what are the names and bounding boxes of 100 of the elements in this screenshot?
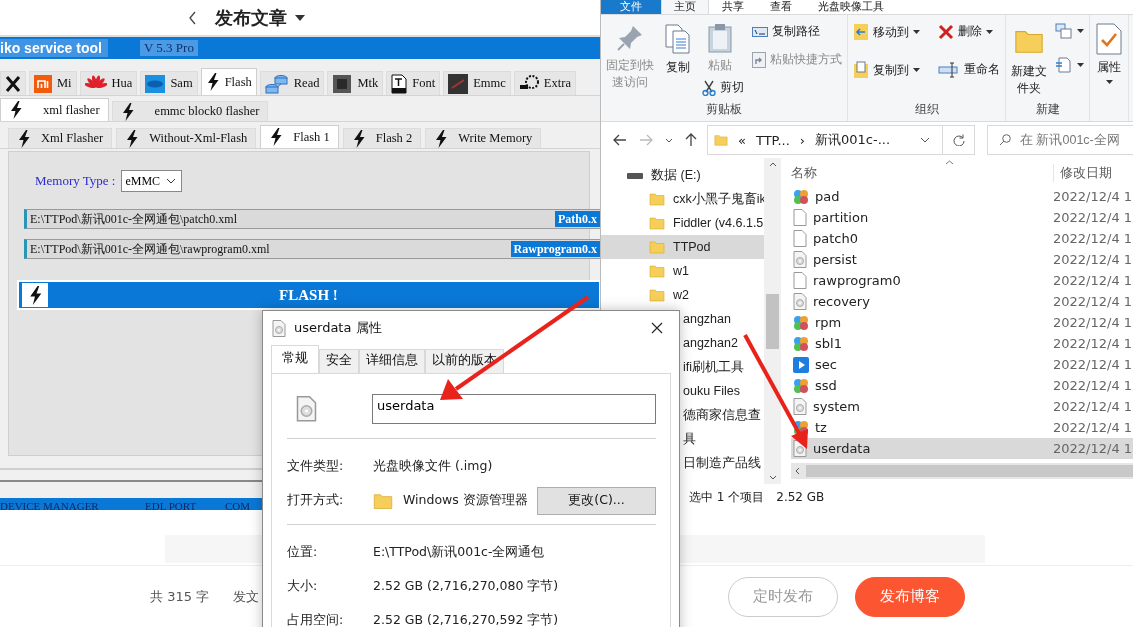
tab[interactable]: Mtk	[327, 71, 384, 95]
path-field[interactable]: E:\TTPod\新讯001c-全网通包\patch0.xml Path0.x	[24, 209, 600, 229]
settings-link[interactable]: 发文	[233, 587, 260, 606]
file-row[interactable]: rpm 2022/12/4 1	[791, 312, 1133, 333]
browse-button[interactable]: Rawprogram0.x	[510, 241, 600, 257]
change-button[interactable]: 更改(C)...	[537, 486, 656, 515]
properties-icon	[1096, 23, 1122, 55]
status-text: COM	[225, 499, 252, 510]
nav-item[interactable]: Fiddler (v4.6.1.5	[601, 211, 764, 235]
ribbon-button[interactable]: 新建文件夹	[1009, 21, 1049, 99]
tab[interactable]: Hua	[79, 71, 138, 95]
tab[interactable]: xml flasher	[0, 98, 109, 121]
up-button[interactable]	[683, 131, 699, 149]
name-field[interactable]: userdata	[372, 394, 656, 424]
breadcrumb[interactable]: 新讯001c-...	[815, 131, 891, 149]
file-icon	[793, 314, 809, 331]
ribbon-button[interactable]: 复制到	[851, 59, 922, 81]
nav-item[interactable]: TTPod	[601, 235, 764, 259]
file-row[interactable]: ssd 2022/12/4 1	[791, 375, 1133, 396]
scrollbar-thumb[interactable]	[766, 293, 779, 349]
nav-item[interactable]: w1	[601, 259, 764, 283]
ribbon-tab[interactable]: 文件	[601, 0, 661, 14]
file-name: persist	[813, 252, 857, 267]
column-header[interactable]: 名称	[791, 164, 1053, 182]
property-value: Windows 资源管理器	[403, 492, 528, 509]
play-icon	[793, 356, 809, 373]
ribbon-tab[interactable]: 主页	[661, 0, 709, 14]
file-date: 2022/12/4 1	[1053, 378, 1133, 393]
breadcrumb[interactable]: ›	[799, 132, 806, 148]
ribbon-icon-button[interactable]	[1053, 55, 1086, 75]
ribbon-button[interactable]: 复制	[660, 21, 696, 78]
file-row[interactable]: rawprogram0 2022/12/4 1	[791, 270, 1133, 291]
file-row[interactable]: partition 2022/12/4 1	[791, 207, 1133, 228]
address-bar[interactable]: « TTP... › 新讯001c-...	[707, 125, 975, 155]
file-date: 2022/12/4 1	[1053, 420, 1133, 435]
tab[interactable]: Extra	[513, 71, 576, 95]
file-row[interactable]: pad 2022/12/4 1	[791, 186, 1133, 207]
tab[interactable]: Flash	[200, 68, 257, 95]
chevron-down-icon	[920, 137, 930, 143]
ribbon-button[interactable]: 移动到	[851, 21, 922, 43]
lightning-icon	[17, 129, 31, 148]
flash-button[interactable]: FLASH !	[17, 280, 600, 310]
ribbon-icon-button[interactable]	[1053, 21, 1086, 41]
path-field[interactable]: E:\TTPod\新讯001c-全网通包\rawprogram0.xml Rawprogram0.x	[24, 239, 600, 259]
lightning-icon	[9, 101, 23, 119]
ribbon-button[interactable]: 属性	[1093, 21, 1125, 86]
tab[interactable]: Font	[386, 71, 441, 95]
file-date: 2022/12/4 1	[1053, 252, 1133, 267]
page-title: 发布文章	[215, 5, 287, 30]
chevron-down-icon	[166, 178, 177, 184]
tab[interactable]: 详细信息	[359, 349, 425, 373]
back-button[interactable]	[611, 132, 629, 148]
browse-button[interactable]: Path0.x	[555, 211, 600, 227]
nav-item[interactable]: w2	[601, 283, 764, 307]
tab[interactable]: Flash 1	[260, 125, 339, 148]
tab[interactable]	[0, 71, 26, 95]
tab[interactable]: Write Memory	[425, 128, 542, 148]
path-icon	[752, 25, 768, 38]
tab[interactable]: Emmc	[443, 71, 511, 95]
ribbon-button[interactable]: 重命名	[936, 59, 1002, 80]
search-field[interactable]: 在 新讯001c-全网	[987, 125, 1133, 155]
tab[interactable]: Xml Flasher	[8, 128, 113, 148]
tab[interactable]: 安全	[319, 349, 359, 373]
file-name: rpm	[815, 315, 842, 330]
scrollbar-thumb[interactable]	[806, 465, 1133, 477]
tab[interactable]: Flash 2	[342, 128, 422, 148]
file-row[interactable]: sbl1 2022/12/4 1	[791, 333, 1133, 354]
shortcut-icon	[752, 51, 766, 68]
tab[interactable]: 常规	[271, 345, 319, 373]
delete-icon	[938, 23, 954, 40]
scrollbar[interactable]	[764, 158, 781, 484]
tab[interactable]: Read	[259, 71, 325, 95]
file-row[interactable]: userdata 2022/12/4 1	[791, 438, 1133, 459]
status-text: EDL PORT	[145, 499, 198, 510]
file-date: 2022/12/4 1	[1053, 210, 1133, 225]
memory-type-select[interactable]: eMMC	[121, 170, 183, 192]
easy-access-icon	[1055, 57, 1073, 73]
breadcrumb[interactable]: «	[738, 132, 746, 148]
file-date: 2022/12/4 1	[1053, 357, 1133, 372]
lightning-icon	[120, 102, 135, 121]
tab[interactable]: emmc block0 flasher	[111, 101, 269, 121]
file-row[interactable]: patch0 2022/12/4 1	[791, 228, 1133, 249]
disc-file-icon	[793, 293, 807, 310]
ribbon-button[interactable]: 复制路径	[750, 21, 844, 42]
scrollbar[interactable]	[791, 463, 1133, 479]
file-row[interactable]: recovery 2022/12/4 1	[791, 291, 1133, 312]
nav-item[interactable]: 数据 (E:)	[601, 163, 764, 187]
file-name: recovery	[813, 294, 870, 309]
status-text: DEVICE MANAGER	[0, 499, 100, 510]
file-row[interactable]: persist 2022/12/4 1	[791, 249, 1133, 270]
tab[interactable]: Mi	[29, 71, 77, 95]
tab[interactable]: Without-Xml-Flash	[116, 128, 257, 148]
ribbon-button[interactable]: 剪切	[700, 77, 746, 98]
file-row[interactable]: system 2022/12/4 1	[791, 396, 1133, 417]
ribbon-button[interactable]: 删除	[936, 21, 1002, 42]
breadcrumb[interactable]: TTP...	[755, 132, 790, 148]
tab[interactable]: Sam	[140, 71, 198, 95]
file-row[interactable]: sec 2022/12/4 1	[791, 354, 1133, 375]
column-header[interactable]: 修改日期	[1053, 164, 1133, 182]
lightning-icon	[125, 129, 140, 148]
